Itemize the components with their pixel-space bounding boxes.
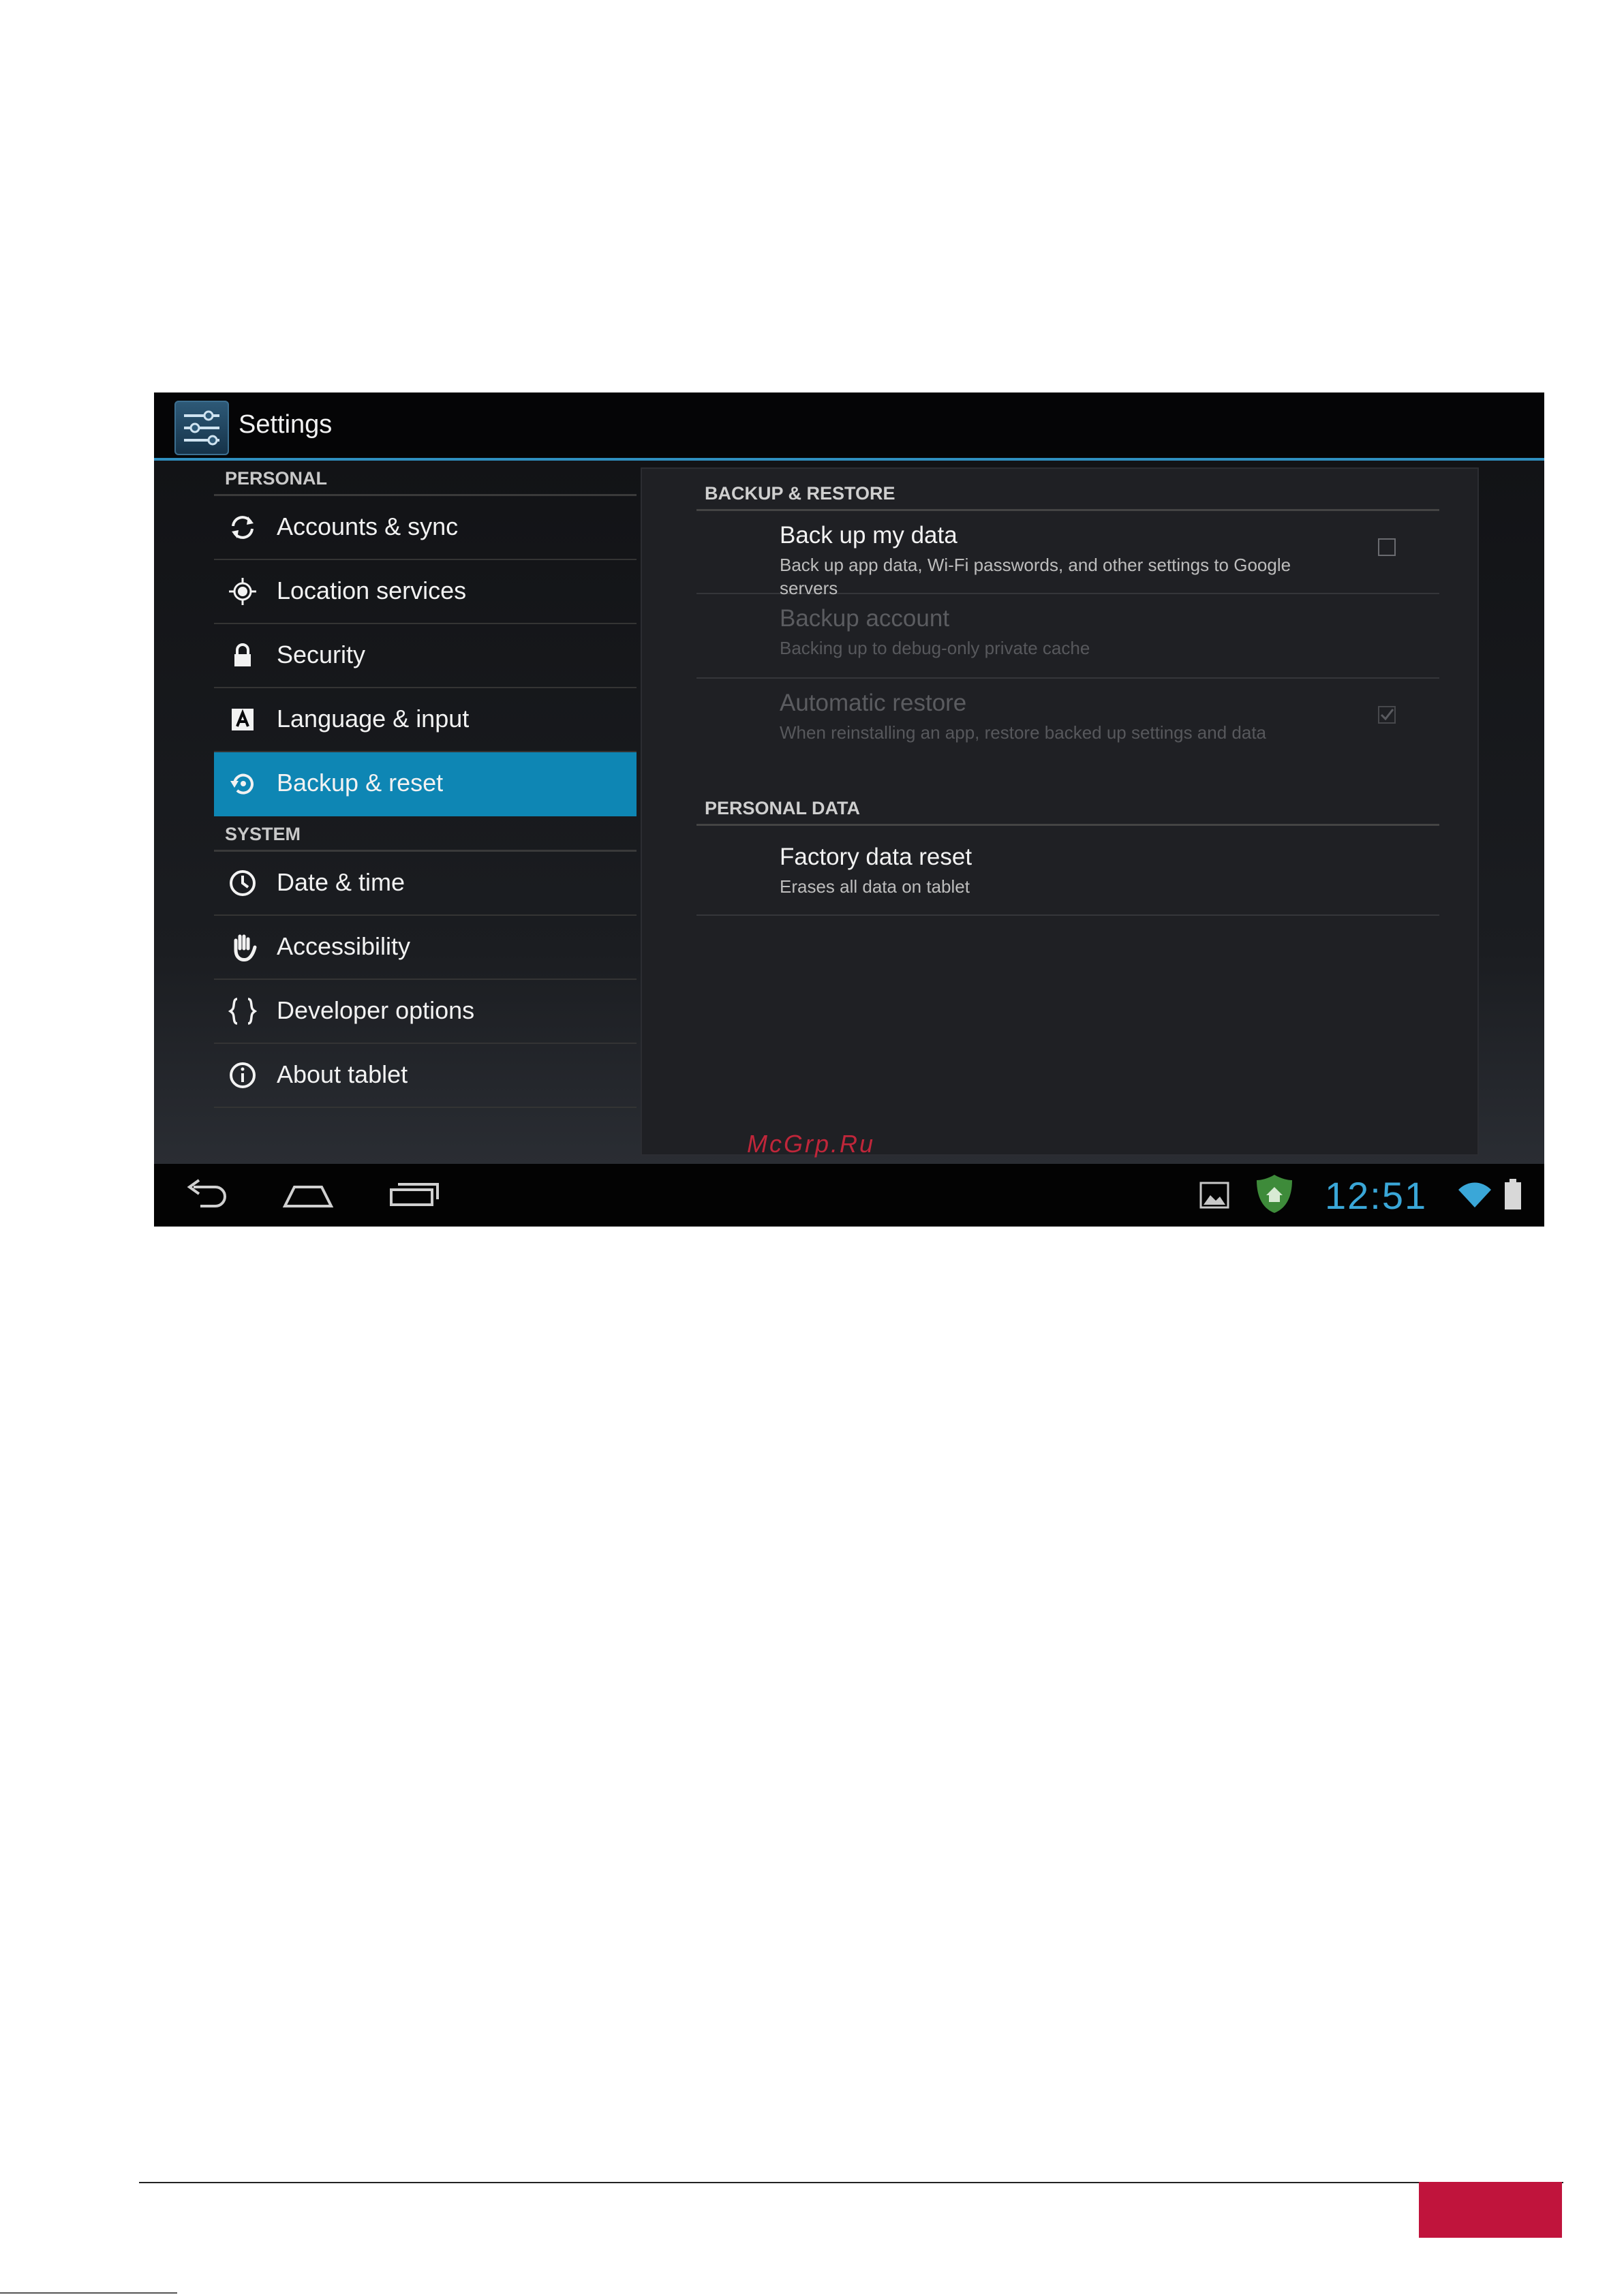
footer-page-marker <box>1419 2182 1562 2238</box>
sidebar-item-about-tablet[interactable]: About tablet <box>214 1044 637 1108</box>
sidebar-item-accounts-sync[interactable]: Accounts & sync <box>214 496 637 560</box>
sidebar-item-label: About tablet <box>277 1060 408 1088</box>
sidebar-item-label: Developer options <box>277 996 475 1024</box>
watermark: McGrp.Ru <box>747 1130 876 1158</box>
sidebar-item-date-time[interactable]: Date & time <box>214 852 637 916</box>
clock-time: 12:51 <box>1325 1174 1428 1217</box>
action-bar: Settings <box>154 392 1544 461</box>
automatic-restore-checkbox <box>1378 706 1396 724</box>
lock-icon <box>228 641 258 671</box>
sidebar-item-label: Location services <box>277 576 467 604</box>
language-icon <box>228 705 258 735</box>
sidebar-item-label: Accounts & sync <box>277 512 459 540</box>
pref-title: Factory data reset <box>780 844 972 870</box>
pref-summary: Erases all data on tablet <box>780 876 970 897</box>
sidebar-item-developer-options[interactable]: Developer options <box>214 980 637 1044</box>
section-header-backup-restore: BACKUP & RESTORE <box>696 476 1439 511</box>
wifi-icon <box>1457 1180 1492 1212</box>
sidebar-item-backup-reset[interactable]: Backup & reset <box>214 752 637 816</box>
pref-title: Automatic restore <box>780 690 967 716</box>
footer-divider <box>139 2182 1563 2183</box>
section-header-personal-data: PERSONAL DATA <box>696 790 1439 826</box>
settings-body: PERSONAL Accounts & sync Location servic… <box>154 461 1544 1164</box>
pref-summary: Backing up to debug-only private cache <box>780 638 1090 658</box>
back-icon[interactable] <box>180 1177 230 1215</box>
back-up-data-checkbox[interactable] <box>1378 538 1396 556</box>
pref-automatic-restore: Automatic restore When reinstalling an a… <box>696 679 1439 762</box>
home-icon[interactable] <box>282 1177 334 1215</box>
sidebar-item-label: Language & input <box>277 705 470 733</box>
pref-back-up-my-data[interactable]: Back up my data Back up app data, Wi-Fi … <box>696 511 1439 598</box>
sidebar-item-accessibility[interactable]: Accessibility <box>214 916 637 980</box>
settings-sidebar: PERSONAL Accounts & sync Location servic… <box>214 461 637 1108</box>
sidebar-item-label: Security <box>277 641 366 668</box>
app-title: Settings <box>239 410 333 439</box>
hand-icon <box>228 932 258 962</box>
gallery-notification-icon[interactable] <box>1199 1182 1229 1212</box>
battery-icon <box>1503 1179 1522 1214</box>
sidebar-item-label: Accessibility <box>277 932 411 960</box>
pref-summary: Back up app data, Wi-Fi passwords, and o… <box>780 555 1291 598</box>
pref-summary: When reinstalling an app, restore backed… <box>780 722 1267 743</box>
pref-backup-account: Backup account Backing up to debug-only … <box>696 594 1439 679</box>
settings-app-icon[interactable] <box>174 401 229 455</box>
section-header-personal: PERSONAL <box>214 461 637 496</box>
pref-factory-data-reset[interactable]: Factory data reset Erases all data on ta… <box>696 826 1439 916</box>
sidebar-item-label: Backup & reset <box>277 769 444 797</box>
location-icon <box>228 576 258 606</box>
clock-icon <box>228 868 258 898</box>
security-shield-icon[interactable] <box>1253 1172 1296 1219</box>
recent-apps-icon[interactable] <box>388 1177 440 1215</box>
pref-title: Backup account <box>780 605 950 632</box>
sidebar-item-language-input[interactable]: Language & input <box>214 688 637 752</box>
detail-pane: BACKUP & RESTORE Back up my data Back up… <box>641 467 1479 1156</box>
section-header-system: SYSTEM <box>214 816 637 852</box>
backup-icon <box>228 769 258 799</box>
info-icon <box>228 1060 258 1090</box>
pref-title: Back up my data <box>780 522 957 549</box>
system-nav-bar: 12:51 <box>154 1164 1544 1227</box>
check-icon <box>1380 709 1394 721</box>
sidebar-item-location-services[interactable]: Location services <box>214 560 637 624</box>
sidebar-item-label: Date & time <box>277 868 405 896</box>
sidebar-item-security[interactable]: Security <box>214 624 637 688</box>
braces-icon <box>228 996 258 1026</box>
bottom-rule <box>0 2292 177 2294</box>
tablet-screen: Settings PERSONAL Accounts & sync Locati… <box>154 392 1544 1227</box>
sync-icon <box>228 512 258 542</box>
